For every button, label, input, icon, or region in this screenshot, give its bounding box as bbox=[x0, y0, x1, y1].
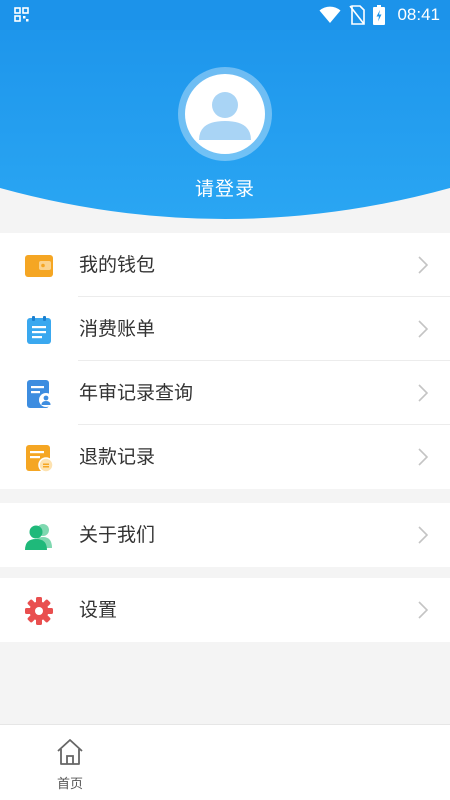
battery-charging-icon bbox=[373, 5, 386, 25]
avatar[interactable] bbox=[178, 67, 272, 161]
wallet-icon bbox=[25, 255, 53, 277]
chevron-right-icon bbox=[418, 384, 428, 402]
nav-tab-home-label: 首页 bbox=[56, 777, 83, 792]
menu-label: 关于我们 bbox=[79, 524, 156, 546]
app-grid-icon bbox=[14, 7, 29, 22]
menu-item-inspection-record[interactable]: 年审记录查询 bbox=[0, 361, 450, 425]
menu-item-about[interactable]: 关于我们 bbox=[0, 503, 450, 567]
no-sim-icon bbox=[349, 5, 366, 25]
menu-item-settings[interactable]: 设置 bbox=[0, 578, 450, 642]
refund-record-icon bbox=[26, 445, 54, 473]
menu-label: 消费账单 bbox=[79, 318, 156, 340]
bottom-nav: 首页 bbox=[0, 724, 450, 800]
status-bar: 08:41 bbox=[0, 0, 450, 30]
inspection-record-icon bbox=[27, 380, 53, 408]
status-time: 08:41 bbox=[397, 5, 440, 24]
wifi-icon bbox=[319, 6, 341, 23]
chevron-right-icon bbox=[418, 601, 428, 619]
menu-item-refund-record[interactable]: 退款记录 bbox=[0, 425, 450, 489]
bill-icon bbox=[27, 316, 51, 344]
menu-group-about: 关于我们 bbox=[0, 503, 450, 567]
menu-group-main: 我的钱包 消费账单 年审记录查询 退款记录 bbox=[0, 233, 450, 489]
chevron-right-icon bbox=[418, 448, 428, 466]
gear-icon bbox=[25, 597, 53, 625]
menu-label: 年审记录查询 bbox=[79, 382, 194, 404]
chevron-right-icon bbox=[418, 526, 428, 544]
menu-label: 设置 bbox=[79, 599, 118, 621]
profile-header: 请登录 bbox=[0, 0, 450, 230]
menu-group-settings: 设置 bbox=[0, 578, 450, 642]
login-link[interactable]: 请登录 bbox=[0, 174, 450, 201]
menu-item-bill[interactable]: 消费账单 bbox=[0, 297, 450, 361]
chevron-right-icon bbox=[418, 320, 428, 338]
home-icon bbox=[57, 739, 83, 765]
user-avatar-icon bbox=[199, 92, 251, 140]
users-icon bbox=[25, 524, 52, 550]
menu-item-wallet[interactable]: 我的钱包 bbox=[0, 233, 450, 297]
chevron-right-icon bbox=[418, 256, 428, 274]
menu-label: 我的钱包 bbox=[79, 254, 156, 276]
profile-screen: 08:41 请登录 我的钱包 消费账单 年审记录查询 退款记录 关于我们 设置 … bbox=[0, 0, 450, 800]
menu-label: 退款记录 bbox=[79, 446, 156, 468]
nav-tab-home[interactable]: 首页 bbox=[35, 735, 105, 795]
